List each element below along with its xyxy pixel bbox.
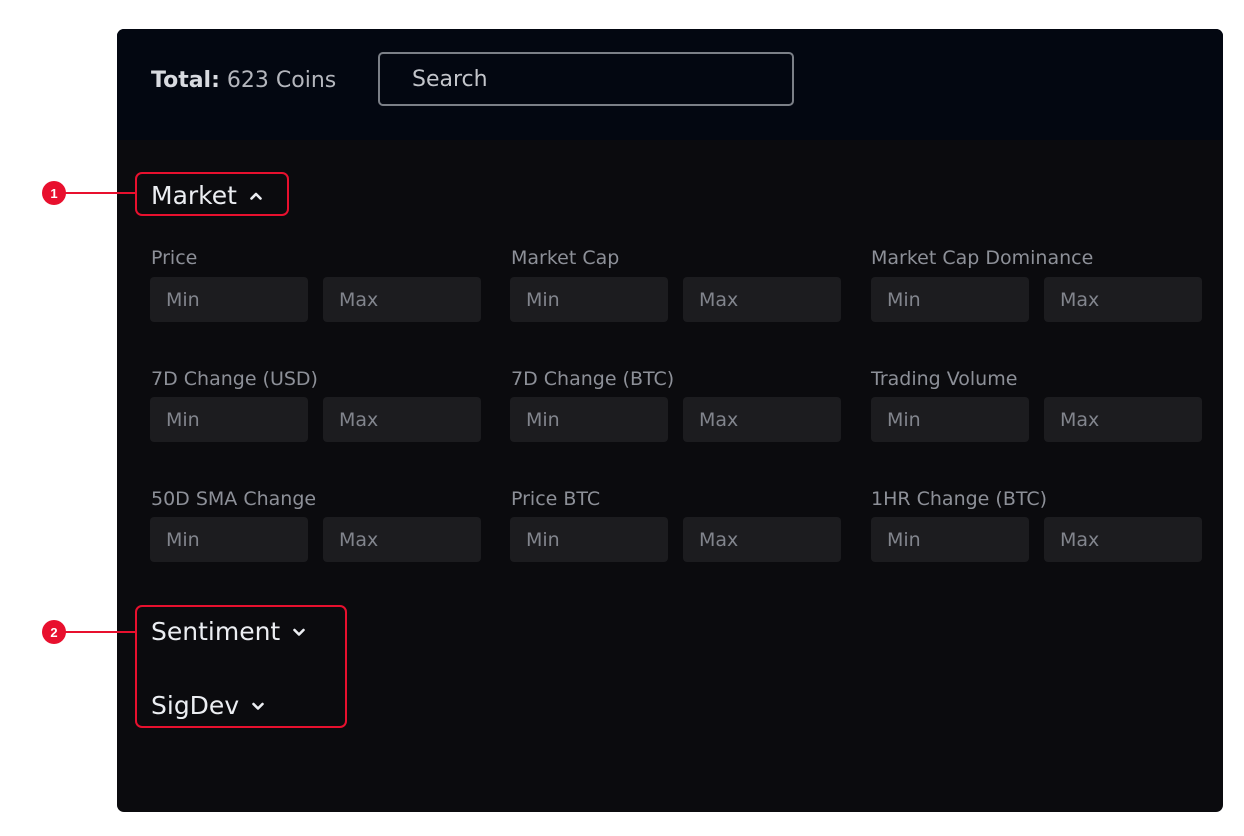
market-cap-min-input[interactable] bbox=[510, 277, 668, 322]
filter-label: Trading Volume bbox=[871, 368, 1018, 390]
callout-line-1 bbox=[64, 192, 135, 194]
filter-label: Market Cap bbox=[511, 247, 620, 269]
filter-label: Market Cap Dominance bbox=[871, 247, 1094, 269]
trading-volume-max-input[interactable] bbox=[1044, 397, 1202, 442]
7d-change-btc-max-input[interactable] bbox=[683, 397, 841, 442]
search-input[interactable] bbox=[378, 52, 794, 106]
callout-box-collapsed-sections bbox=[135, 605, 347, 728]
7d-change-btc-min-input[interactable] bbox=[510, 397, 668, 442]
filter-label: 7D Change (BTC) bbox=[511, 368, 675, 390]
price-min-input[interactable] bbox=[150, 277, 308, 322]
price-max-input[interactable] bbox=[323, 277, 481, 322]
7d-change-usd-min-input[interactable] bbox=[150, 397, 308, 442]
50d-sma-change-min-input[interactable] bbox=[150, 517, 308, 562]
7d-change-usd-max-input[interactable] bbox=[323, 397, 481, 442]
market-cap-dominance-max-input[interactable] bbox=[1044, 277, 1202, 322]
callout-marker-2: 2 bbox=[42, 620, 66, 644]
filter-label: 50D SMA Change bbox=[151, 488, 317, 510]
callout-line-2 bbox=[64, 631, 135, 633]
trading-volume-min-input[interactable] bbox=[871, 397, 1029, 442]
1hr-change-btc-min-input[interactable] bbox=[871, 517, 1029, 562]
total-label: Total: bbox=[151, 68, 220, 93]
callout-box-market bbox=[135, 172, 289, 216]
filter-top-bar: Total: 623 Coins bbox=[117, 29, 1223, 140]
50d-sma-change-max-input[interactable] bbox=[323, 517, 481, 562]
filter-label: 1HR Change (BTC) bbox=[871, 488, 1048, 510]
filter-label: Price bbox=[151, 247, 198, 269]
market-cap-dominance-min-input[interactable] bbox=[871, 277, 1029, 322]
price-btc-max-input[interactable] bbox=[683, 517, 841, 562]
callout-marker-1: 1 bbox=[42, 181, 66, 205]
filter-label: Price BTC bbox=[511, 488, 601, 510]
total-coins-count: Total: 623 Coins bbox=[151, 67, 336, 95]
filter-label: 7D Change (USD) bbox=[151, 368, 318, 390]
1hr-change-btc-max-input[interactable] bbox=[1044, 517, 1202, 562]
price-btc-min-input[interactable] bbox=[510, 517, 668, 562]
market-cap-max-input[interactable] bbox=[683, 277, 841, 322]
total-value: 623 Coins bbox=[226, 68, 337, 93]
